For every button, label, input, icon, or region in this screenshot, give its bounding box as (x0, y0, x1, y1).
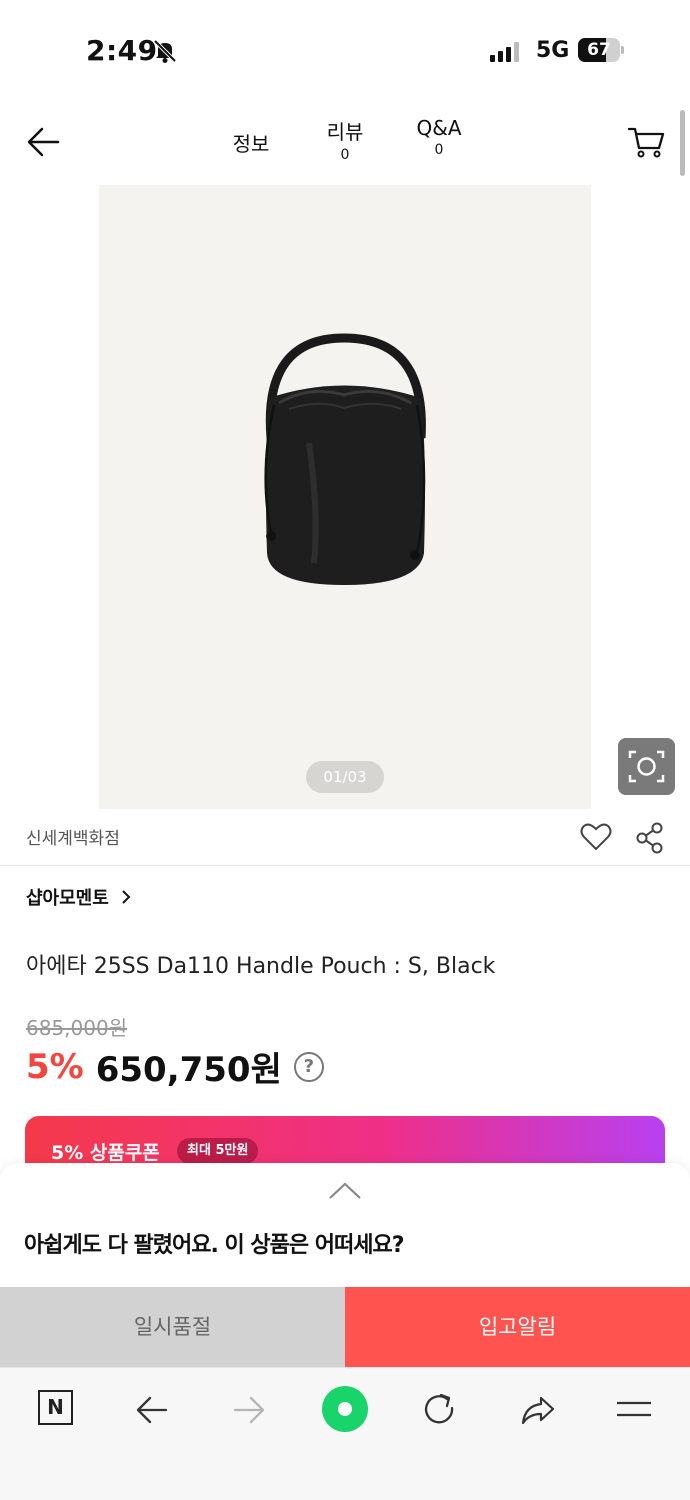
heart-icon[interactable] (580, 822, 612, 852)
chevron-up-icon[interactable] (327, 1181, 363, 1201)
battery-icon: 67 (578, 38, 624, 62)
seller-row: 신세계백화점 (0, 810, 690, 866)
bell-slash-icon (153, 39, 177, 63)
browser-toolbar: N (0, 1367, 690, 1500)
tab-info-label: 정보 (232, 132, 270, 156)
scrollbar[interactable] (680, 110, 685, 176)
share-icon[interactable] (636, 822, 664, 854)
reload-icon[interactable] (418, 1388, 462, 1432)
cart-icon[interactable] (626, 124, 666, 160)
image-page-indicator: 01/03 (306, 761, 384, 793)
product-title: 아에타 25SS Da110 Handle Pouch : S, Black (26, 954, 496, 979)
soldout-button[interactable]: 일시품절 (0, 1287, 345, 1367)
status-time: 2:49 (86, 34, 158, 67)
store-link[interactable]: 샵아모멘토 (26, 884, 131, 910)
naver-home-icon[interactable]: N (38, 1390, 73, 1425)
green-dot-icon[interactable] (322, 1386, 368, 1432)
product-image[interactable]: 01/03 (99, 185, 591, 809)
forward-icon[interactable] (227, 1388, 271, 1432)
coupon-title: 5% 상품쿠폰 (51, 1142, 160, 1164)
battery-level: 67 (587, 40, 611, 60)
product-photo-bag (264, 333, 426, 585)
tab-review-count: 0 (340, 147, 350, 163)
original-price: 685,000원 (26, 1016, 128, 1040)
sale-price: 650,750원 (95, 1050, 282, 1090)
back-icon[interactable] (130, 1388, 174, 1432)
product-header: 정보 리뷰 0 Q&A 0 (0, 100, 690, 182)
recommendation-sheet: 아쉽게도 다 팔렸어요. 이 상품은 어떠세요? 일시품절 입고알림 (0, 1163, 690, 1367)
store-name: 샵아모멘토 (26, 888, 109, 909)
network-type: 5G (536, 38, 570, 63)
tab-review-label: 리뷰 (326, 120, 364, 144)
chevron-right-icon (122, 890, 131, 904)
tab-review[interactable]: 리뷰 0 (320, 116, 370, 163)
menu-icon[interactable] (612, 1388, 656, 1432)
cellular-signal-icon (490, 42, 519, 62)
discount-rate: 5% (26, 1046, 84, 1087)
status-bar: 2:49 5G 67 (0, 0, 690, 100)
tab-qa-count: 0 (434, 142, 444, 158)
tab-qa-label: Q&A (416, 116, 462, 140)
share-arrow-icon[interactable] (516, 1388, 560, 1432)
soldout-message: 아쉽게도 다 팔렸어요. 이 상품은 어떠세요? (24, 1233, 404, 1258)
image-search-lens-icon[interactable] (618, 738, 675, 795)
coupon-badge: 최대 5만원 (177, 1138, 259, 1164)
restock-alert-button[interactable]: 입고알림 (345, 1287, 690, 1367)
back-arrow-icon[interactable] (24, 124, 64, 160)
seller-name[interactable]: 신세계백화점 (26, 824, 120, 849)
tab-info[interactable]: 정보 (226, 128, 276, 157)
tab-qa[interactable]: Q&A 0 (408, 116, 470, 158)
price-row: 5% 650,750원 ? (26, 1042, 324, 1091)
help-icon[interactable]: ? (293, 1051, 324, 1082)
